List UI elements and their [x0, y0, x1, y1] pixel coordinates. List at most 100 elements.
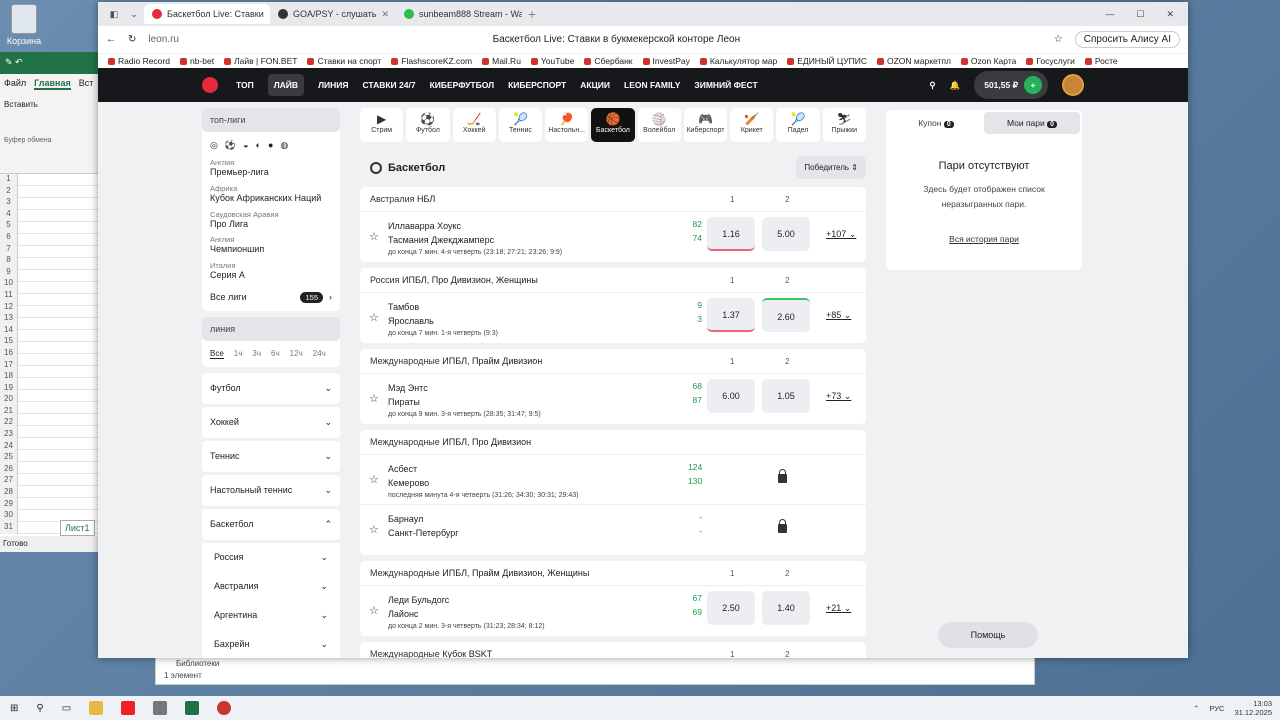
maximize-icon[interactable]: ☐	[1136, 9, 1144, 20]
odd-2-button[interactable]: 5.00	[762, 217, 810, 251]
region-item[interactable]: Россия ⌄	[202, 542, 340, 572]
nav-item[interactable]: LEON FAMILY	[624, 80, 680, 90]
sport-list-item[interactable]: Настольный теннис ⌄	[202, 474, 340, 506]
odd-2-button[interactable]: 1.40	[762, 591, 810, 625]
league-header[interactable]: Международные ИПБЛ, Про Дивизион	[360, 430, 866, 455]
table-tennis-icon[interactable]: ●	[268, 140, 273, 151]
period-option[interactable]: 24ч	[313, 349, 326, 359]
bookmark-item[interactable]: YouTube	[531, 56, 574, 66]
sport-tab[interactable]: ⛷ Прыжки	[822, 108, 866, 142]
more-markets-link[interactable]: +73 ⌄	[826, 391, 851, 402]
all-leagues-link[interactable]: Все лиги 155 ›	[202, 284, 340, 311]
bookmark-item[interactable]: FlashscoreKZ.com	[391, 56, 472, 66]
explorer-folder[interactable]: Библиотеки	[156, 656, 1034, 671]
odd-1-button[interactable]: 1.16	[707, 217, 755, 251]
back-icon[interactable]: ←	[106, 34, 116, 45]
sport-tab[interactable]: 🏏 Крикет	[730, 108, 774, 142]
leon-app-icon[interactable]	[217, 701, 232, 715]
match-row[interactable]: ☆ Мэд Энтс Пираты до конца 9 мин. 3-я четве…	[360, 374, 866, 424]
clock[interactable]: 13:03 31.12.2025	[1234, 699, 1272, 717]
match-row[interactable]: ☆ Леди Бульдогс Лайонс до конца 2 мин. 3-я …	[360, 586, 866, 636]
favorite-star-icon[interactable]: ☆	[369, 473, 379, 486]
bookmark-item[interactable]: Сбербанк	[584, 56, 632, 66]
bookmark-item[interactable]: OZON маркетпл	[877, 56, 951, 66]
favorite-star-icon[interactable]: ☆	[369, 230, 379, 243]
league-header[interactable]: Международные ИПБЛ, Прайм Дивизион, Женщ…	[360, 561, 866, 586]
bookmark-item[interactable]: Росте	[1085, 56, 1118, 66]
bookmark-item[interactable]: InvestPay	[643, 56, 690, 66]
top-league-item[interactable]: Англия Премьер-лига	[202, 155, 340, 181]
sport-tab[interactable]: 🎾 Теннис	[498, 108, 543, 142]
sport-list-item[interactable]: Баскетбол ⌃	[202, 508, 340, 540]
match-row[interactable]: ☆ Барнаул Санкт-Петербург - -	[360, 505, 866, 555]
match-row[interactable]: ☆ Иллаварра Хоукс Тасмания Джекджамперс до …	[360, 212, 866, 262]
deposit-plus-icon[interactable]: +	[1024, 76, 1042, 94]
region-item[interactable]: Австралия ⌄	[202, 571, 340, 601]
top-league-item[interactable]: Италия Серия А	[202, 258, 340, 284]
favorite-star-icon[interactable]: ☆	[369, 523, 379, 536]
bookmark-item[interactable]: Лайв | FON.BET	[224, 56, 297, 66]
period-option[interactable]: 3ч	[252, 349, 261, 359]
leon-logo[interactable]	[202, 77, 218, 93]
balance-widget[interactable]: 501,55 ₽ +	[974, 71, 1048, 99]
browser-tab[interactable]: Баскетбол Live: Ставки✕	[144, 4, 270, 24]
more-markets-link[interactable]: +21 ⌄	[826, 603, 851, 614]
bookmark-item[interactable]: Калькулятор мар	[700, 56, 777, 66]
task-view-icon[interactable]: ▭	[62, 703, 71, 714]
excel-grid[interactable]: 1 2 3 4 5 6 7 8 9 10 11 12 13 14 15 16 17 18 19 20 21 22 23 24 2…	[0, 174, 99, 534]
browser-window[interactable]: ◧ ⌄ Баскетбол Live: Ставки✕GOA/PSY - слу…	[98, 2, 1188, 658]
nav-item[interactable]: КИБЕРСПОРТ	[508, 80, 566, 90]
close-window-icon[interactable]: ✕	[1166, 9, 1174, 20]
bookmark-item[interactable]: Госуслуги	[1026, 56, 1074, 66]
league-header[interactable]: Международные ИПБЛ, Прайм Дивизион 1 2	[360, 349, 866, 374]
excel-menu-tab[interactable]: Главная	[34, 78, 71, 90]
odd-1-button[interactable]: 6.00	[707, 379, 755, 413]
soccer-ball-icon[interactable]: ⚽	[225, 140, 236, 151]
sport-list-item[interactable]: Хоккей ⌄	[202, 406, 340, 438]
period-option[interactable]: 1ч	[234, 349, 243, 359]
nav-item[interactable]: АКЦИИ	[580, 80, 610, 90]
favorite-star-icon[interactable]: ☆	[369, 392, 379, 405]
nav-item[interactable]: КИБЕРФУТБОЛ	[430, 80, 495, 90]
odd-1-button[interactable]: 1.37	[707, 298, 755, 332]
reload-icon[interactable]: ↻	[128, 34, 136, 45]
excel-menu-tab[interactable]: Файл	[4, 78, 26, 90]
excel-app-icon[interactable]	[185, 701, 200, 715]
alice-button[interactable]: Спросить Алису AI	[1074, 31, 1180, 48]
sport-tab[interactable]: 🏒 Хоккей	[452, 108, 496, 142]
period-option[interactable]: 6ч	[271, 349, 280, 359]
region-item[interactable]: Аргентина ⌄	[202, 600, 340, 630]
sport-filter-icon[interactable]: ◎	[210, 140, 218, 151]
search-taskbar-icon[interactable]: ⚲	[36, 703, 43, 714]
sport-list-item[interactable]: Теннис ⌄	[202, 440, 340, 472]
sort-select[interactable]: Победитель ⇕	[796, 156, 866, 179]
nav-item[interactable]: ЛИНИЯ	[318, 80, 348, 90]
hockey-puck-icon[interactable]: ◒	[243, 140, 248, 151]
league-header[interactable]: Россия ИПБЛ, Про Дивизион, Женщины 1 2	[360, 268, 866, 293]
new-tab-icon[interactable]: ＋	[522, 8, 542, 21]
help-button[interactable]: Помощь	[938, 622, 1038, 648]
sport-tab[interactable]: 🏐 Волейбол	[637, 108, 681, 142]
favorite-star-icon[interactable]: ☆	[369, 311, 379, 324]
start-icon[interactable]: ⊞	[10, 703, 18, 714]
explorer-app-icon[interactable]	[89, 701, 104, 715]
avatar[interactable]	[1062, 74, 1084, 96]
lang-indicator[interactable]: РУС	[1209, 704, 1224, 713]
tennis-icon[interactable]: ◐	[256, 140, 261, 151]
top-league-item[interactable]: Африка Кубок Африканских Наций	[202, 181, 340, 207]
odd-1-button[interactable]: 2.50	[707, 591, 755, 625]
bookmark-item[interactable]: Ставки на спорт	[307, 56, 381, 66]
region-item[interactable]: Бахрейн ⌄	[202, 629, 340, 658]
excel-paste[interactable]: Вставить	[0, 94, 99, 115]
match-row[interactable]: ☆ Асбест Кемерово последняя минута 4-я четв…	[360, 455, 866, 505]
sport-tab[interactable]: 🎮 Киберспорт	[683, 108, 728, 142]
bookmark-item[interactable]: Ozon Карта	[961, 56, 1016, 66]
tray-arrow-icon[interactable]: ⌃	[1193, 704, 1199, 713]
sport-tab[interactable]: 🏓 Настольн...	[545, 108, 589, 142]
odd-2-button[interactable]: 1.05	[762, 379, 810, 413]
nav-item[interactable]: ЗИМНИЙ ФЕСТ	[694, 80, 757, 90]
sport-list-item[interactable]: Футбол ⌄	[202, 372, 340, 404]
league-header[interactable]: Международные Кубок BSKT 1 2	[360, 642, 866, 658]
tabs-menu-icon[interactable]: ⌄	[124, 9, 144, 20]
bookmark-item[interactable]: Radio Record	[108, 56, 170, 66]
